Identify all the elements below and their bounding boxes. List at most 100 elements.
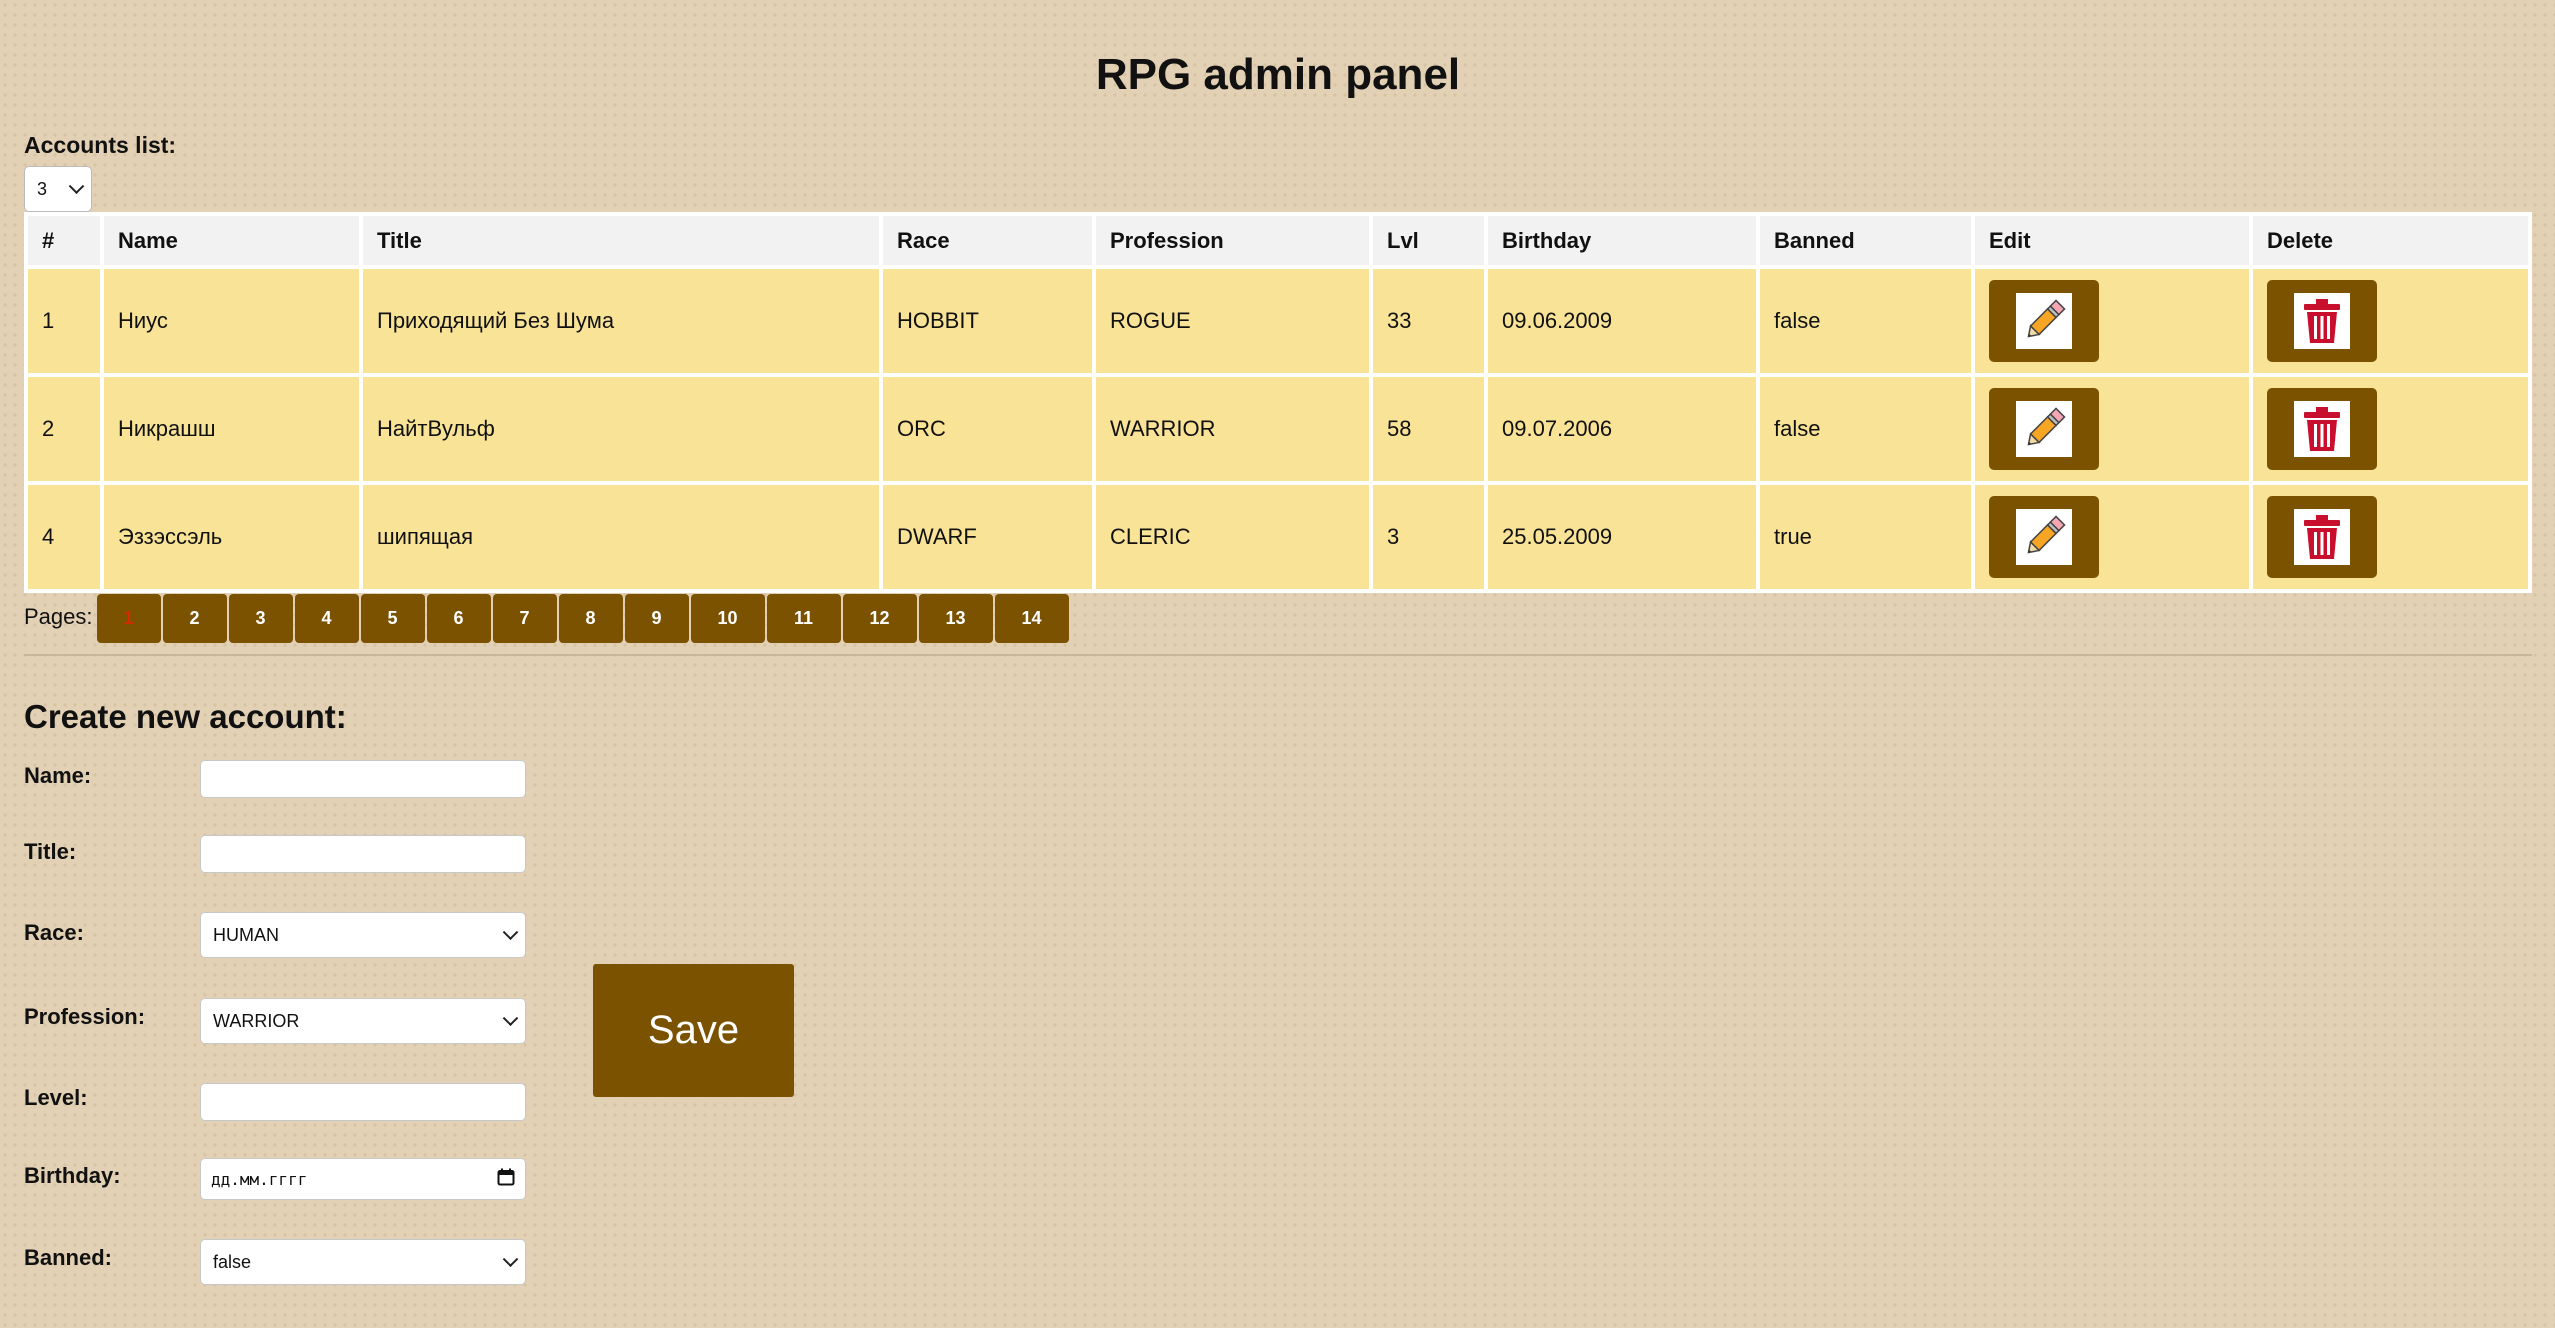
page-button-2[interactable]: 2 [162, 594, 227, 643]
banned-value: false [213, 1251, 252, 1272]
cell-profession: CLERIC [1096, 485, 1369, 589]
cell-race: DWARF [883, 485, 1092, 589]
page-button-13[interactable]: 13 [918, 594, 993, 643]
cell-race: ORC [883, 377, 1092, 481]
race-value: HUMAN [213, 924, 279, 945]
accounts-list-label: Accounts list: [24, 132, 177, 158]
column-header-name: Name [104, 216, 359, 265]
page-button-6[interactable]: 6 [426, 594, 491, 643]
race-select[interactable]: HUMAN [200, 912, 526, 958]
cell-title: шипящая [363, 485, 879, 589]
profession-select[interactable]: WARRIOR [200, 998, 526, 1044]
cell-level: 58 [1373, 377, 1484, 481]
cell-profession: ROGUE [1096, 269, 1369, 373]
trash-icon [2294, 293, 2350, 349]
cell-title: НайтВульф [363, 377, 879, 481]
page-button-10[interactable]: 10 [690, 594, 765, 643]
race-label: Race: [24, 920, 84, 945]
edit-button[interactable] [1989, 280, 2099, 362]
title-label: Title: [24, 839, 77, 864]
cell-name: Ниус [104, 269, 359, 373]
title-input[interactable] [200, 835, 526, 873]
cell-level: 3 [1373, 485, 1484, 589]
cell-name: Никрашш [104, 377, 359, 481]
save-button[interactable]: Save [593, 964, 794, 1097]
chevron-down-icon [502, 1251, 519, 1268]
cell-id: 1 [28, 269, 100, 373]
column-header-level: Lvl [1373, 216, 1484, 265]
name-label: Name: [24, 763, 92, 788]
cell-name: Эззэссэль [104, 485, 359, 589]
accounts-table: # Name Title Race Profession Lvl Birthda… [24, 212, 2532, 593]
cell-id: 4 [28, 485, 100, 589]
page-button-14[interactable]: 14 [994, 594, 1069, 643]
cell-profession: WARRIOR [1096, 377, 1369, 481]
column-header-id: # [28, 216, 100, 265]
cell-id: 2 [28, 377, 100, 481]
page-button-5[interactable]: 5 [360, 594, 425, 643]
chevron-down-icon [502, 924, 519, 941]
level-label: Level: [24, 1085, 88, 1110]
banned-select[interactable]: false [200, 1239, 526, 1285]
delete-button[interactable] [2267, 496, 2377, 578]
level-input[interactable] [200, 1083, 526, 1121]
profession-label: Profession: [24, 1004, 146, 1029]
page-button-7[interactable]: 7 [492, 594, 557, 643]
pagination: Pages: 1 2 3 4 5 6 7 8 9 10 11 12 13 14 [24, 594, 1071, 643]
page-size-select[interactable]: 3 [24, 166, 92, 212]
pages-label: Pages: [24, 604, 93, 629]
column-header-banned: Banned [1760, 216, 1971, 265]
name-input[interactable] [200, 760, 526, 798]
create-account-heading: Create new account: [24, 698, 347, 735]
pencil-icon [2016, 401, 2072, 457]
cell-birthday: 09.06.2009 [1488, 269, 1756, 373]
delete-button[interactable] [2267, 388, 2377, 470]
trash-icon [2294, 401, 2350, 457]
cell-banned: false [1760, 377, 1971, 481]
delete-button[interactable] [2267, 280, 2377, 362]
page-button-8[interactable]: 8 [558, 594, 623, 643]
table-header-row: # Name Title Race Profession Lvl Birthda… [28, 216, 2528, 265]
cell-title: Приходящий Без Шума [363, 269, 879, 373]
pencil-icon [2016, 293, 2072, 349]
column-header-edit: Edit [1975, 216, 2249, 265]
cell-birthday: 09.07.2006 [1488, 377, 1756, 481]
page-button-4[interactable]: 4 [294, 594, 359, 643]
profession-value: WARRIOR [213, 1010, 300, 1031]
section-divider [24, 654, 2532, 656]
cell-edit [1975, 377, 2249, 481]
table-row: 2 Никрашш НайтВульф ORC WARRIOR 58 09.07… [28, 377, 2528, 481]
cell-level: 33 [1373, 269, 1484, 373]
column-header-profession: Profession [1096, 216, 1369, 265]
cell-race: HOBBIT [883, 269, 1092, 373]
cell-edit [1975, 485, 2249, 589]
column-header-birthday: Birthday [1488, 216, 1756, 265]
table-row: 1 Ниус Приходящий Без Шума HOBBIT ROGUE … [28, 269, 2528, 373]
cell-delete [2253, 485, 2528, 589]
page-button-1[interactable]: 1 [96, 594, 161, 643]
edit-button[interactable] [1989, 496, 2099, 578]
table-row: 4 Эззэссэль шипящая DWARF CLERIC 3 25.05… [28, 485, 2528, 589]
cell-banned: true [1760, 485, 1971, 589]
edit-button[interactable] [1989, 388, 2099, 470]
trash-icon [2294, 509, 2350, 565]
page-button-12[interactable]: 12 [842, 594, 917, 643]
birthday-label: Birthday: [24, 1163, 121, 1188]
chevron-down-icon [68, 178, 85, 195]
column-header-delete: Delete [2253, 216, 2528, 265]
chevron-down-icon [502, 1010, 519, 1027]
page-button-3[interactable]: 3 [228, 594, 293, 643]
cell-delete [2253, 269, 2528, 373]
birthday-placeholder: дд.мм.гггг [211, 1169, 308, 1189]
page-button-9[interactable]: 9 [624, 594, 689, 643]
birthday-input[interactable]: дд.мм.гггг [200, 1158, 526, 1200]
page-button-11[interactable]: 11 [766, 594, 841, 643]
banned-label: Banned: [24, 1245, 112, 1270]
cell-delete [2253, 377, 2528, 481]
column-header-title: Title [363, 216, 879, 265]
calendar-icon[interactable] [497, 1168, 515, 1190]
pencil-icon [2016, 509, 2072, 565]
cell-edit [1975, 269, 2249, 373]
page-title: RPG admin panel [1095, 50, 1461, 99]
cell-birthday: 25.05.2009 [1488, 485, 1756, 589]
